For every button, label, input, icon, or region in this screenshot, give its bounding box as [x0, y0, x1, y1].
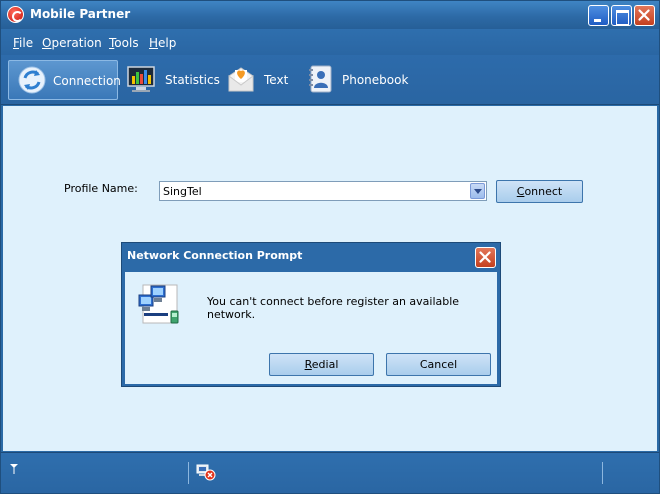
dialog-title: Network Connection Prompt [127, 249, 303, 262]
status-separator [602, 462, 603, 484]
dialog-message: You can't connect before register an ava… [207, 295, 460, 321]
tab-connection-label: Connection [53, 74, 121, 88]
app-logo-icon [7, 6, 24, 23]
chevron-down-icon[interactable] [470, 183, 485, 199]
tab-phonebook[interactable]: Phonebook [302, 60, 408, 100]
phonebook-icon [309, 65, 332, 93]
dialog-body: You can't connect before register an ava… [125, 272, 497, 384]
menu-operation[interactable]: Operation [42, 36, 102, 50]
connection-icon [18, 66, 46, 94]
text-message-icon [228, 67, 254, 92]
close-button[interactable] [634, 5, 655, 26]
menu-bar: File Operation Tools Help [1, 29, 659, 55]
tab-connection[interactable]: Connection [8, 60, 121, 100]
connect-button[interactable]: Connect [496, 180, 583, 203]
network-computers-icon [138, 284, 179, 324]
title-bar[interactable]: Mobile Partner [1, 1, 659, 29]
network-disconnected-icon [196, 464, 216, 481]
toolbar: Connection Statistics Text Phonebook [1, 55, 659, 105]
tab-statistics[interactable]: Statistics [123, 60, 220, 100]
minimize-button[interactable] [588, 5, 609, 26]
statistics-icon [127, 66, 155, 92]
signal-strength-icon [10, 464, 18, 474]
window-title: Mobile Partner [30, 7, 131, 21]
status-separator [188, 462, 189, 484]
menu-help[interactable]: Help [149, 36, 176, 50]
tab-phonebook-label: Phonebook [342, 73, 409, 87]
tab-text-label: Text [264, 73, 289, 87]
menu-tools[interactable]: Tools [109, 36, 139, 50]
menu-file[interactable]: File [13, 36, 33, 50]
close-icon [638, 9, 650, 21]
network-connection-prompt-dialog: Network Connection Prompt You can't conn… [121, 242, 501, 387]
tab-text[interactable]: Text [224, 60, 294, 100]
close-icon [479, 251, 491, 263]
tab-statistics-label: Statistics [165, 73, 220, 87]
redial-button[interactable]: Redial [269, 353, 374, 376]
profile-name-value: SingTel [163, 185, 202, 198]
profile-name-label: Profile Name: [64, 182, 138, 195]
maximize-button[interactable] [611, 5, 632, 26]
status-bar [1, 452, 659, 493]
cancel-button[interactable]: Cancel [386, 353, 491, 376]
profile-name-select[interactable]: SingTel [159, 181, 487, 201]
mobile-partner-window: Mobile Partner File Operation Tools Help… [0, 0, 660, 494]
dialog-close-button[interactable] [475, 247, 496, 268]
